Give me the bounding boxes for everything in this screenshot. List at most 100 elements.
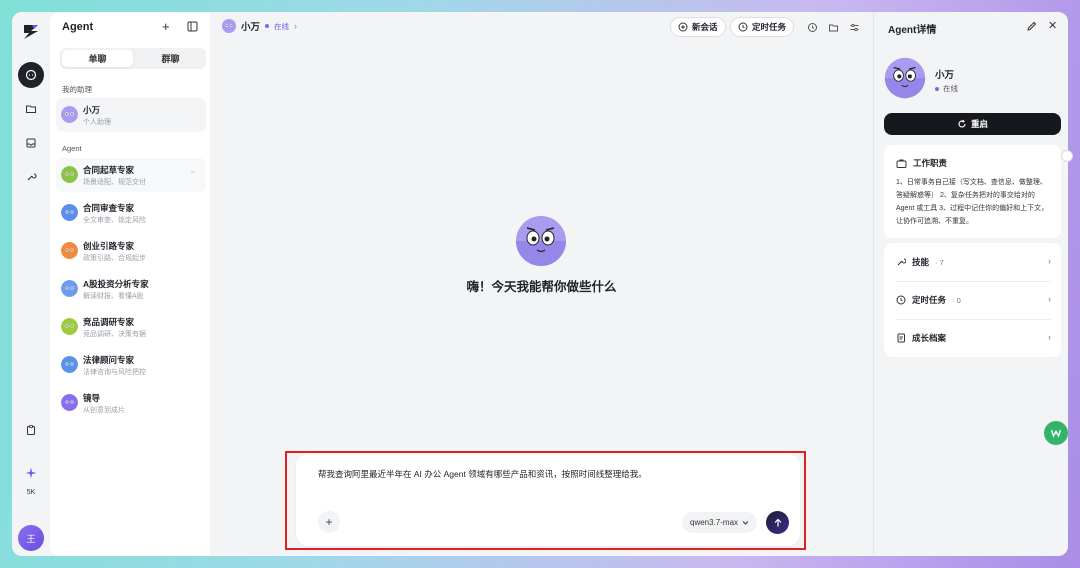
nav-tools-icon[interactable] — [18, 164, 44, 190]
agent-desc: 场景适配、规范交付 — [83, 179, 146, 186]
skills-count: · 7 — [935, 257, 944, 267]
chat-type-toggle: 单聊 群聊 — [60, 48, 206, 69]
duty-header: 工作职责 — [896, 157, 947, 169]
agent-avatar — [222, 19, 236, 33]
restart-button[interactable]: 重启 — [884, 113, 1061, 135]
nav-folder-icon[interactable] — [18, 96, 44, 122]
agent-name: 创业引路专家 — [83, 241, 135, 251]
agent-name: 镜导 — [83, 393, 101, 403]
details-menu-card: 技能 · 7 › 定时任务 · 0 › 成长档案 › — [884, 243, 1061, 357]
online-dot — [265, 24, 270, 28]
scheduled-tasks-row[interactable]: 定时任务 · 0 › — [896, 281, 1051, 319]
agent-avatar — [61, 204, 78, 221]
nav-chat-icon[interactable] — [18, 62, 44, 88]
scheduled-task-label: 定时任务 — [752, 22, 787, 32]
add-icon[interactable]: + — [162, 19, 170, 34]
agent-desc: 从创意到成片 — [83, 407, 125, 414]
agent-desc: 政策引路、合规起步 — [83, 255, 146, 262]
agent-avatar — [61, 394, 78, 411]
agent-avatar — [61, 318, 78, 335]
online-dot — [935, 86, 939, 91]
greeting-text: 嗨！今天我能帮你做些什么 — [466, 280, 617, 294]
clock-icon — [896, 295, 906, 305]
history-icon[interactable] — [805, 20, 819, 34]
agent-name: 合同起草专家 — [83, 165, 135, 175]
agent-sidebar: Agent + 单聊 群聊 我的助理 小万 个人助理 Agent 合同起草专家 … — [50, 12, 210, 556]
sidebar-title: Agent — [62, 21, 94, 33]
sidebar-item-agent[interactable]: 合同审查专家 全文审查、锁定风险 — [56, 196, 206, 230]
nav-rail: 5K 王 — [12, 12, 50, 556]
panel-resize-handle[interactable] — [1061, 150, 1073, 162]
agent-desc: 全文审查、锁定风险 — [83, 217, 146, 224]
skills-row[interactable]: 技能 · 7 › — [896, 243, 1051, 281]
duty-card: 工作职责 1、日常事务自己接（写文档、查信息、做整理、答疑解惑等） 2、复杂任务… — [884, 145, 1061, 238]
refresh-icon — [958, 119, 966, 128]
sidebar-item-agent[interactable]: A股投资分析专家 解读财报、看懂A股 — [56, 272, 206, 306]
growth-label: 成长档案 — [912, 333, 947, 343]
chevron-right-icon: › — [1048, 294, 1051, 304]
agent-name: 法律顾问专家 — [83, 355, 135, 365]
settings-sliders-icon[interactable] — [847, 20, 861, 34]
wrench-icon — [897, 258, 906, 266]
sidebar-item-agent[interactable]: 合同起草专家 场景适配、规范交付 ⌃ — [56, 158, 206, 192]
credit-count: 5K — [26, 489, 36, 496]
agent-name: 竞品调研专家 — [83, 317, 135, 327]
chevron-right-icon: › — [1048, 332, 1051, 342]
restart-label: 重启 — [970, 119, 988, 129]
app-logo-icon — [24, 25, 38, 39]
chat-plus-icon — [678, 22, 688, 32]
sparkle-icon[interactable] — [18, 466, 44, 480]
section-agent: Agent — [62, 144, 82, 153]
details-title: Agent详情 — [888, 25, 937, 36]
tab-single-chat[interactable]: 单聊 — [62, 50, 133, 67]
skills-label: 技能 — [912, 257, 930, 267]
briefcase-icon — [896, 159, 907, 168]
agent-name: 合同审查专家 — [83, 203, 135, 213]
new-chat-label: 新会话 — [692, 22, 718, 32]
agent-avatar — [61, 280, 78, 297]
growth-record-row[interactable]: 成长档案 › — [896, 319, 1051, 357]
nav-clipboard-icon[interactable] — [18, 417, 44, 443]
chat-agent-status: 在线 — [274, 21, 290, 31]
tab-group-chat[interactable]: 群聊 — [135, 48, 206, 69]
section-my-assistant: 我的助理 — [62, 85, 92, 94]
close-icon[interactable]: ✕ — [1048, 19, 1057, 32]
agent-avatar — [61, 166, 78, 183]
edit-icon[interactable] — [1026, 21, 1037, 32]
user-avatar[interactable]: 王 — [18, 525, 44, 551]
details-status-text: 在线 — [943, 84, 958, 93]
floating-assistant-button[interactable] — [1044, 421, 1068, 445]
sidebar-item-agent[interactable]: 创业引路专家 政策引路、合规起步 — [56, 234, 206, 268]
w-logo-icon — [1050, 429, 1062, 438]
agent-desc: 竞品调研、决策有据 — [83, 331, 146, 338]
assistant-mascot — [516, 216, 566, 266]
sidebar-item-agent[interactable]: 竞品调研专家 竞品调研、决策有据 — [56, 310, 206, 344]
agent-avatar — [61, 242, 78, 259]
sidebar-item-assistant[interactable]: 小万 个人助理 — [56, 98, 206, 132]
assistant-avatar — [61, 106, 78, 123]
panel-toggle-icon[interactable] — [187, 21, 198, 32]
document-icon — [897, 333, 905, 343]
duty-title: 工作职责 — [913, 158, 948, 168]
agent-avatar — [61, 356, 78, 373]
chevron-up-icon[interactable]: ⌃ — [189, 170, 196, 179]
chat-header[interactable]: 小万 在线 › — [222, 19, 297, 33]
duty-text: 1、日常事务自己接（写文档、查信息、做整理、答疑解惑等） 2、复杂任务把对的事交… — [896, 179, 1049, 225]
scheduled-task-button[interactable]: 定时任务 — [730, 17, 795, 37]
details-name: 小万 — [935, 70, 955, 81]
sidebar-item-agent[interactable]: 镜导 从创意到成片 — [56, 386, 206, 420]
assistant-desc: 个人助理 — [83, 119, 111, 126]
new-chat-button[interactable]: 新会话 — [670, 17, 726, 37]
details-avatar — [884, 57, 926, 99]
tasks-label: 定时任务 — [912, 295, 947, 305]
folder-icon[interactable] — [826, 20, 840, 34]
clock-icon — [738, 22, 748, 32]
agent-name: A股投资分析专家 — [83, 279, 149, 289]
annotation-highlight-box — [285, 451, 806, 550]
agent-desc: 解读财报、看懂A股 — [83, 293, 144, 300]
chevron-right-icon[interactable]: › — [294, 21, 297, 31]
chat-agent-name: 小万 — [241, 22, 261, 33]
nav-inbox-icon[interactable] — [18, 130, 44, 156]
details-status: 在线 — [935, 83, 958, 94]
sidebar-item-agent[interactable]: 法律顾问专家 法律咨询与风险把控 — [56, 348, 206, 382]
